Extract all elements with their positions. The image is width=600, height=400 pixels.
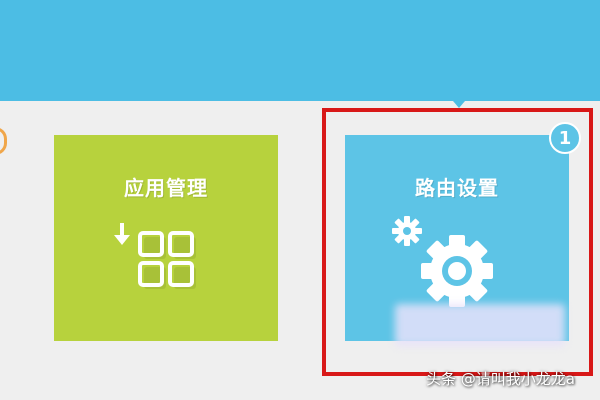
partial-left-icon (0, 127, 7, 155)
app-management-title: 应用管理 (124, 176, 208, 200)
app-management-tile[interactable]: 应用管理 (54, 135, 278, 341)
step-number-badge: 1 (549, 122, 581, 154)
active-tab-pointer (453, 101, 465, 108)
watermark-text: 头条 @请叫我小龙龙a (426, 370, 575, 388)
app-grid-download-icon (114, 223, 196, 289)
top-banner (0, 0, 600, 101)
